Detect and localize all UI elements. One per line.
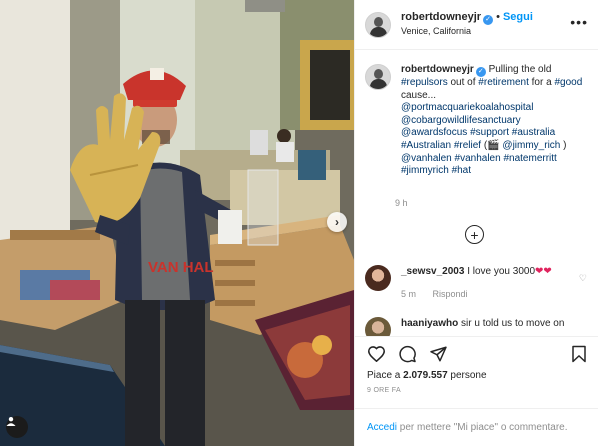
heart-emoji: ❤❤ [535,266,552,277]
hashtag-link[interactable]: #natemerritt [503,153,556,164]
likes-prefix: Piace a [367,370,401,381]
likes-count: 2.079.557 [403,370,448,381]
comment: _sewsv_2003 I love you 3000❤❤ 5 m Rispon… [365,265,593,301]
reply-button[interactable]: Rispondi [433,289,468,299]
like-comment-heart-icon[interactable]: ♡ [579,273,587,284]
location-link[interactable]: Venice, California [401,25,533,38]
post-sidebar: robertdowneyjr ✓ • Segui Venice, California… [354,0,598,446]
instagram-post: VAN HAL › robertdowneyjr ✓ • Segui Venic… [0,0,598,446]
hashtag-link[interactable]: #support [470,127,509,138]
comment-username[interactable]: _sewsv_2003 [401,266,464,277]
clapper-emoji: 🎬 [487,139,500,151]
load-more-comments-button[interactable]: + [465,225,484,244]
shirt-print: VAN HAL [148,259,214,276]
login-prompt: Accedi per mettere "Mi piace" o commenta… [355,408,598,446]
header-username[interactable]: robertdowneyjr [401,11,481,23]
likes-summary[interactable]: Piace a 2.079.557 persone [367,370,487,381]
hashtag-link[interactable]: #relief [454,140,481,151]
caption-avatar[interactable] [365,64,391,90]
caption: robertdowneyjr ✓ Pulling the old #repulso… [365,64,593,178]
separator: • [496,11,500,23]
post-age: 9 ORE FA [367,387,401,394]
more-options-icon[interactable]: ••• [570,14,588,30]
hashtag-link[interactable]: #good [554,77,582,88]
verified-badge-icon: ✓ [475,67,486,77]
caption-fragment: for a [531,77,552,88]
comment-time: 5 m [401,289,417,299]
avatar[interactable] [365,11,391,38]
tagged-users-button[interactable] [6,416,28,438]
likes-suffix: persone [450,370,487,381]
paren-close: ) [563,139,567,151]
caption-fragment: Pulling the old [488,64,552,75]
hashtag-link[interactable]: #hat [452,165,471,176]
caption-fragment: cause... [401,89,437,101]
hashtag-link[interactable]: #repulsors [401,77,448,88]
like-heart-icon[interactable] [367,345,386,362]
caption-fragment: out of [450,77,476,88]
login-link[interactable]: Accedi [367,422,397,433]
next-photo-button[interactable]: › [327,212,347,232]
mention-link[interactable]: @awardsfocus [401,127,467,138]
comment-bubble-icon[interactable] [398,345,417,363]
caption-username[interactable]: robertdowneyjr [401,64,474,75]
mention-link[interactable]: @vanhalen [401,153,452,164]
comment-username[interactable]: haaniyawho [401,318,458,329]
bookmark-save-icon[interactable] [571,345,587,363]
hashtag-link[interactable]: #jimmyrich [401,165,449,176]
caption-timestamp: 9 h [395,198,408,208]
hashtag-link[interactable]: #retirement [478,77,529,88]
mention-link[interactable]: @portmacquariekoalahospital [401,102,533,113]
share-send-icon[interactable] [429,345,448,363]
chevron-right-icon: › [335,215,339,229]
hashtag-link[interactable]: #australia [512,127,555,138]
user-icon [6,417,16,426]
hashtag-link[interactable]: #vanhalen [455,153,501,164]
login-prompt-text: per mettere "Mi piace" o commentare. [399,422,568,433]
comment-text: sir u told us to move on [461,318,565,329]
follow-button[interactable]: Segui [503,11,533,23]
mention-link[interactable]: @jimmy_rich [502,140,560,151]
photo-illustration: VAN HAL [0,0,354,446]
comment-text: I love you 3000 [467,266,536,277]
post-header: robertdowneyjr ✓ • Segui Venice, California [355,0,598,50]
hashtag-link[interactable]: #Australian [401,140,451,151]
verified-badge-icon: ✓ [483,15,494,25]
mention-link[interactable]: @cobargowildlifesanctuary [401,115,521,126]
post-actions: Piace a 2.079.557 persone 9 ORE FA Acced… [355,336,598,446]
post-photo[interactable]: VAN HAL › [0,0,354,446]
caption-text: robertdowneyjr ✓ Pulling the old #repulso… [401,64,591,178]
commenter-avatar[interactable] [365,265,391,291]
